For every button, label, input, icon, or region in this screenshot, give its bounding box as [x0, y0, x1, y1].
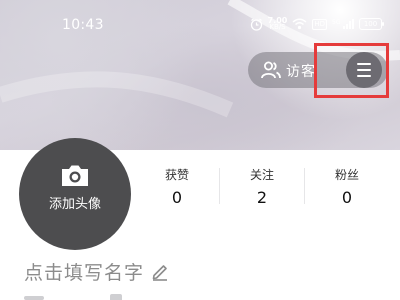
- net-speed: 7.00 KB/S: [267, 16, 288, 31]
- stat-value: 0: [171, 188, 183, 207]
- partial-icon: [110, 294, 122, 300]
- name-edit-row[interactable]: 点击填写名字: [24, 258, 170, 284]
- add-avatar-button[interactable]: 添加头像: [19, 138, 131, 250]
- pencil-icon: [152, 265, 168, 281]
- stat-value: 0: [341, 188, 353, 207]
- stats-divider: [304, 168, 305, 204]
- partial-text: [24, 296, 44, 300]
- signal-icon: 5G: [332, 19, 354, 29]
- visitor-label: 访客: [286, 64, 316, 80]
- status-bar: 10:43 7.00 KB/S HD 5G 100: [0, 0, 400, 44]
- status-icons: 7.00 KB/S HD 5G 100: [250, 13, 384, 35]
- alarm-icon: [250, 18, 262, 31]
- status-time: 10:43: [62, 17, 104, 33]
- avatar-label: 添加头像: [48, 197, 101, 212]
- profile-screen: 10:43 7.00 KB/S HD 5G 100 访客 添加头像 获赞 0 关…: [0, 0, 400, 300]
- hd-badge: HD: [312, 18, 327, 30]
- wifi-icon: [292, 18, 307, 30]
- visitors-icon: [261, 61, 281, 79]
- profile-stats: 获赞 0 关注 2 粉丝 0: [137, 166, 387, 207]
- menu-highlight-box: [314, 43, 389, 98]
- stat-likes[interactable]: 获赞 0: [137, 166, 217, 207]
- name-placeholder: 点击填写名字: [24, 261, 145, 284]
- stat-label: 获赞: [164, 168, 189, 182]
- stat-label: 关注: [249, 168, 274, 182]
- stat-value: 2: [256, 188, 268, 207]
- battery-indicator: 100: [359, 18, 384, 30]
- svg-text:5G: 5G: [332, 19, 341, 26]
- stats-divider: [219, 168, 220, 204]
- stat-followers[interactable]: 粉丝 0: [307, 166, 387, 207]
- stat-following[interactable]: 关注 2: [222, 166, 302, 207]
- stat-label: 粉丝: [334, 168, 359, 182]
- camera-icon: [62, 165, 88, 186]
- partially-visible-row: [24, 294, 134, 300]
